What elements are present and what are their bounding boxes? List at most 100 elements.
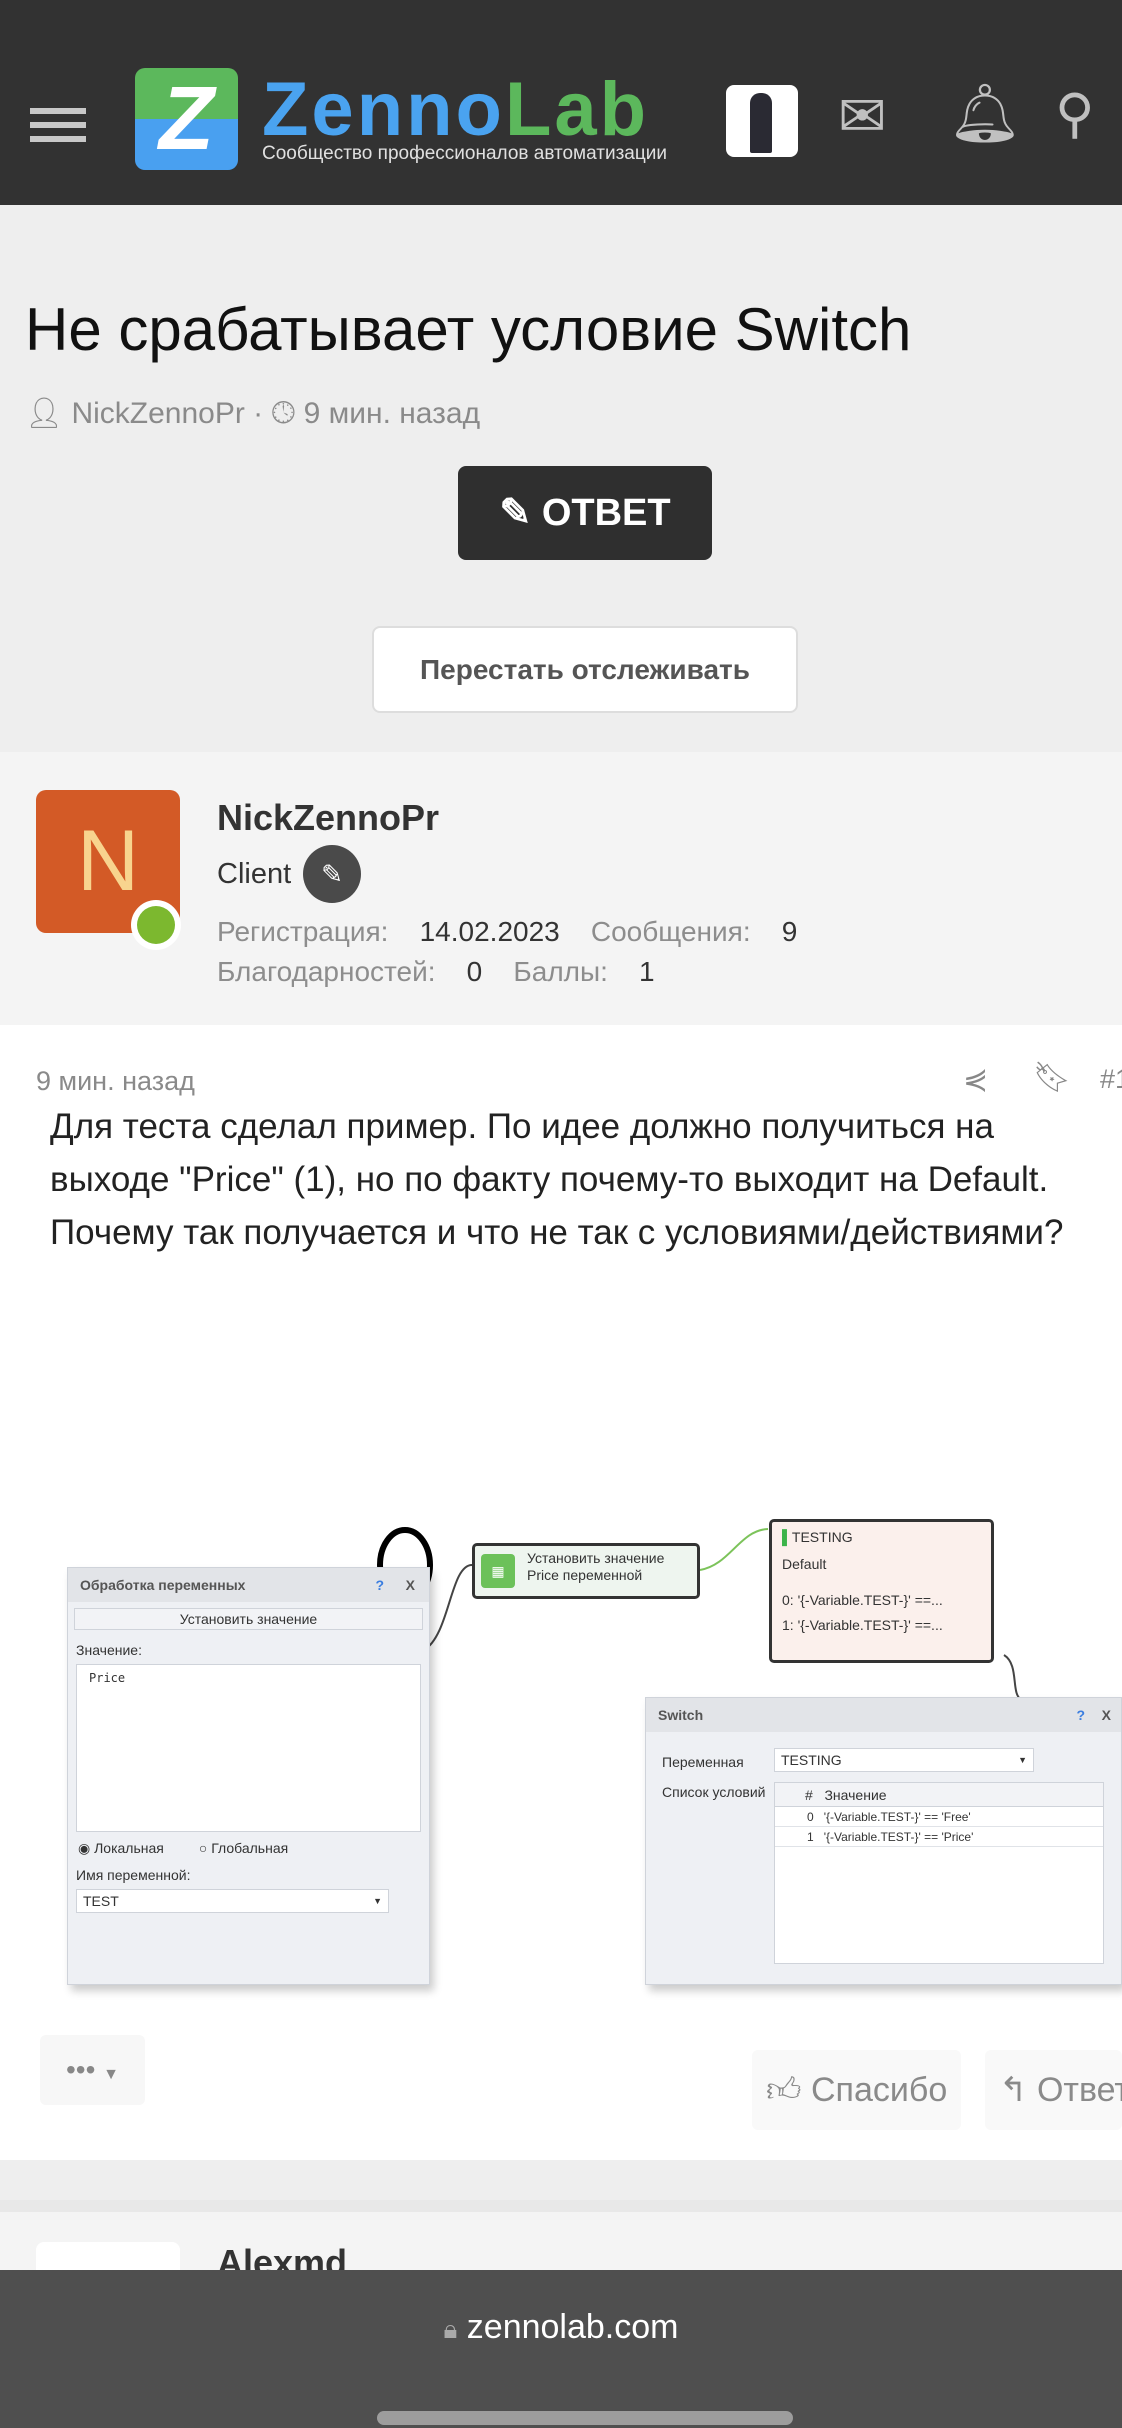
more-actions-button[interactable]: ••• ▼	[40, 2035, 145, 2105]
reg-label: Регистрация:	[217, 916, 389, 947]
switch-node-title: ▌TESTING	[782, 1529, 853, 1545]
conditions-label: Список условий	[662, 1784, 766, 1800]
logo-lab: Lab	[504, 67, 650, 152]
online-badge-icon	[131, 900, 181, 950]
scope-radios: ◉ Локальная ○ Глобальная	[68, 1832, 429, 1865]
logo-tagline: Сообщество профессионалов автоматизации	[262, 143, 667, 164]
user-icon: 👤︎	[25, 397, 64, 430]
help-icon[interactable]: ?	[375, 1568, 384, 1602]
variable-processing-dialog: Обработка переменных ? X Установить знач…	[67, 1567, 430, 1985]
more-label: •••	[65, 2054, 96, 2085]
table-row[interactable]: 0 '{-Variable.TEST-}' == 'Free'	[775, 1807, 1103, 1827]
varname-label: Имя переменной:	[76, 1867, 191, 1883]
user-name[interactable]: NickZennoPr	[217, 797, 439, 839]
table-header: # Значение	[775, 1783, 1103, 1807]
post-reply-button[interactable]: ↰ Ответ	[985, 2050, 1122, 2130]
value-textarea[interactable]: Price	[76, 1664, 421, 1832]
switch-node-title-text: TESTING	[791, 1529, 853, 1545]
reply-label: ОТВЕТ	[541, 492, 671, 534]
dialog-title: Switch ? X	[646, 1698, 1121, 1732]
menu-icon[interactable]	[30, 108, 86, 142]
radio-local[interactable]: ◉ Локальная	[78, 1840, 164, 1856]
var-value: TESTING	[781, 1752, 842, 1768]
thumbs-up-icon: 👍︎	[766, 2071, 802, 2109]
browser-bar	[0, 2270, 1122, 2428]
user-stats-row2: Благодарностей: 0 Баллы: 1	[217, 956, 655, 988]
dropdown-icon: ▼	[1018, 1755, 1027, 1765]
table-row[interactable]: 1 '{-Variable.TEST-}' == 'Price'	[775, 1827, 1103, 1847]
reply-icon: ↰	[999, 2071, 1028, 2109]
thread-time[interactable]: 9 мин. назад	[304, 397, 481, 430]
post-time[interactable]: 9 мин. назад	[36, 1066, 195, 1097]
action-select[interactable]: Установить значение	[74, 1608, 423, 1630]
post-body: Для теста сделал пример. По идее должно …	[50, 1100, 1120, 1259]
avatar[interactable]	[726, 85, 798, 157]
radio-global[interactable]: ○ Глобальная	[199, 1840, 288, 1856]
close-icon[interactable]: X	[1102, 1698, 1111, 1732]
switch-node[interactable]: ▌TESTING Default 0: '{-Variable.TEST-}' …	[769, 1519, 994, 1663]
switch-dialog: Switch ? X Переменная TESTING ▼ Список ус…	[645, 1697, 1122, 1985]
thread-meta: 👤︎ NickZennoPr · 🕓︎ 9 мин. назад	[25, 397, 481, 430]
thanks-label: Спасибо	[810, 2071, 948, 2109]
varname-select[interactable]: TEST ▼	[76, 1889, 389, 1913]
node-line: Price переменной	[527, 1567, 643, 1583]
home-indicator[interactable]	[377, 2411, 793, 2425]
var-select[interactable]: TESTING ▼	[774, 1748, 1034, 1772]
logo-zenno: Zenno	[262, 67, 505, 152]
conditions-table: # Значение 0 '{-Variable.TEST-}' == 'Fre…	[774, 1782, 1104, 1964]
switch-output: 1: '{-Variable.TEST-}' ==...	[782, 1617, 943, 1633]
post-paragraph: Для теста сделал пример. По идее должно …	[50, 1107, 1049, 1199]
row-num: 0	[807, 1810, 814, 1824]
points-label: Баллы:	[513, 956, 608, 987]
share-icon[interactable]: ⋞	[963, 1062, 988, 1097]
logo-text[interactable]: ZennoLab	[262, 66, 649, 153]
reg-value: 14.02.2023	[419, 916, 560, 947]
user-stats-row1: Регистрация: 14.02.2023 Сообщения: 9	[217, 916, 797, 948]
dialog-title-text: Обработка переменных	[80, 1577, 246, 1593]
radio-local-label: Локальная	[94, 1840, 164, 1856]
chevron-down-icon: ▼	[103, 2066, 120, 2083]
post-number[interactable]: #1	[1100, 1064, 1122, 1095]
address-bar[interactable]: 🔒︎ zennolab.com	[0, 2308, 1122, 2347]
dropdown-icon: ▼	[373, 1896, 382, 1906]
page-title: Не срабатывает условие Switch	[25, 296, 912, 363]
thanks-label: Благодарностей:	[217, 956, 436, 987]
url-text: zennolab.com	[466, 2308, 679, 2346]
mail-icon[interactable]: ✉	[838, 82, 887, 150]
node-line: Установить значение	[527, 1550, 665, 1566]
attached-screenshot[interactable]: Обработка переменных ? X Установить знач…	[0, 1505, 1122, 2005]
row-num: 1	[807, 1830, 814, 1844]
value-label: Значение:	[76, 1642, 142, 1658]
clock-icon: 🕓︎	[271, 397, 296, 430]
thanks-button[interactable]: 👍︎ Спасибо	[752, 2050, 962, 2130]
post-reply-label: Ответ	[1036, 2071, 1122, 2109]
user-role: Client	[217, 858, 292, 890]
radio-global-label: Глобальная	[211, 1840, 289, 1856]
row-value: '{-Variable.TEST-}' == 'Free'	[823, 1810, 971, 1824]
msgs-value: 9	[781, 916, 798, 947]
grid-icon: ▦	[481, 1554, 515, 1588]
dialog-title: Обработка переменных ? X	[68, 1568, 429, 1602]
set-value-node[interactable]: ▦ Установить значение Price переменной	[472, 1543, 700, 1599]
thread-author[interactable]: NickZennoPr	[71, 397, 244, 430]
col-num: #	[805, 1787, 813, 1803]
bell-icon[interactable]: 🔔︎	[948, 80, 1022, 148]
points-value: 1	[639, 956, 655, 987]
switch-output: 0: '{-Variable.TEST-}' ==...	[782, 1592, 943, 1608]
logo-icon[interactable]: Z	[135, 68, 238, 170]
row-value: '{-Variable.TEST-}' == 'Price'	[823, 1830, 974, 1844]
reply-button[interactable]: ✎ ОТВЕТ	[458, 466, 712, 560]
msgs-label: Сообщения:	[590, 916, 751, 947]
close-icon[interactable]: X	[406, 1568, 415, 1602]
lock-icon: 🔒︎	[443, 2314, 458, 2344]
unwatch-button[interactable]: Перестать отслеживать	[372, 626, 798, 713]
dialog-title-text: Switch	[658, 1707, 704, 1723]
bookmark-icon[interactable]: 🔖︎	[1033, 1060, 1071, 1095]
help-icon[interactable]: ?	[1076, 1698, 1085, 1732]
thanks-value: 0	[466, 956, 483, 987]
var-label: Переменная	[662, 1754, 744, 1770]
col-value: Значение	[824, 1787, 887, 1803]
search-icon[interactable]: ⚲	[1055, 82, 1095, 145]
switch-output: Default	[782, 1556, 827, 1572]
post-paragraph: Почему так получается и что не так с усл…	[50, 1213, 1064, 1252]
